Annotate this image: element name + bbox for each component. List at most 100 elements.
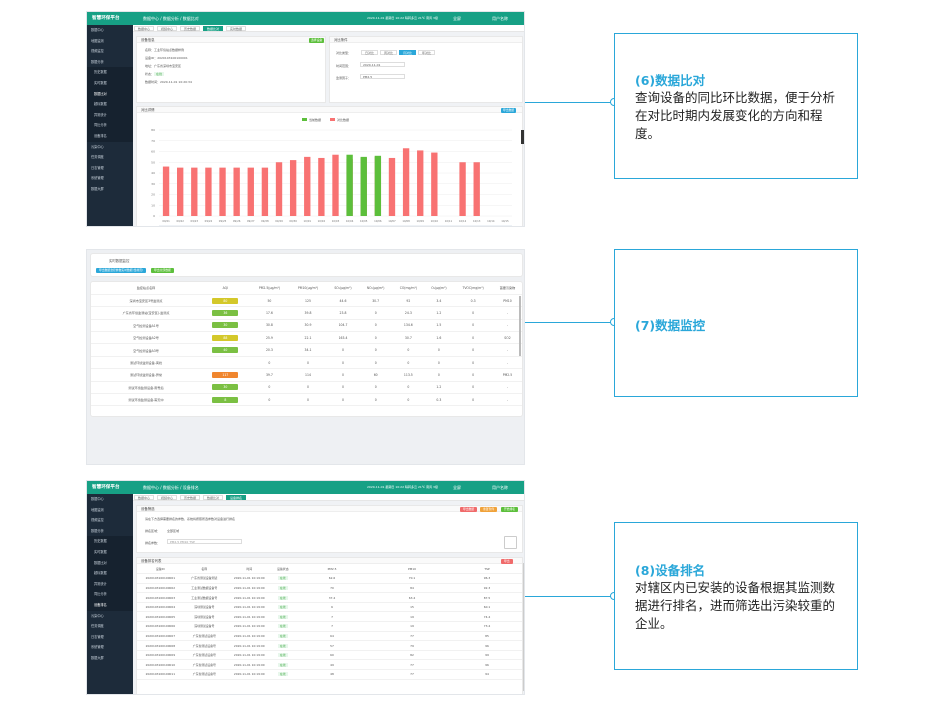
column-header[interactable]: 首要污染物 xyxy=(492,282,522,295)
column-header[interactable]: 名称 xyxy=(183,564,225,575)
sidebar-item[interactable]: 历史数据 xyxy=(87,67,133,78)
column-header[interactable]: 设备状态 xyxy=(273,564,292,575)
column-header[interactable]: AQI xyxy=(201,282,250,295)
column-header[interactable]: 设备ID xyxy=(137,564,184,575)
column-header[interactable]: PM2.5(μg/m³) xyxy=(249,282,290,295)
column-header[interactable]: TVOC(mg/m³) xyxy=(453,282,493,295)
table-row[interactable]: 2020103100100006 深圳测试设备号 2020-11-01 10:19:… xyxy=(137,621,522,632)
sidebar-item[interactable]: 数据大屏 xyxy=(87,184,133,195)
scrollbar-thumb[interactable] xyxy=(523,563,524,691)
table-row[interactable]: 2020103100100011 广东省测试设备号 2020-11-01 10:19… xyxy=(137,669,522,680)
table-row[interactable]: 2020103100100008 广东省测试设备号 2020-11-01 10:19… xyxy=(137,640,522,651)
sidebar-item[interactable]: 实时数据 xyxy=(87,546,133,558)
column-header[interactable]: 监控站点名称 xyxy=(91,282,201,295)
tab[interactable]: 历史数据 xyxy=(179,495,200,500)
tab-active[interactable]: 设备排名 xyxy=(225,495,246,500)
sidebar-item[interactable]: 地图监测 xyxy=(87,505,133,516)
reset-button[interactable]: 重置条件 xyxy=(480,507,498,512)
sidebar-item[interactable]: 同比分析 xyxy=(87,589,133,600)
tab-active[interactable]: 数据比对 xyxy=(202,26,223,31)
table-row[interactable]: 2020103100100007 广东省测试设备号 2020-11-01 10:19… xyxy=(137,631,522,642)
sidebar-item-active[interactable]: 设备排名 xyxy=(87,599,133,611)
table-row[interactable]: 2020103100100010 广东省测试设备号 2020-11-01 10:19… xyxy=(137,659,522,671)
table-row[interactable]: 2020103100100003 工业测试数据设备号 2020-11-01 10:1… xyxy=(137,592,522,603)
compare-option[interactable]: 年对比 xyxy=(418,50,436,55)
column-header[interactable]: CO(mg/m³) xyxy=(392,282,425,295)
scrollbar-thumb[interactable] xyxy=(521,130,524,144)
chart-icon[interactable] xyxy=(504,536,517,549)
table-row[interactable]: 测试环境监测设备-异常 117 39.7 114 0 60 113.5 0 0 PM2.5 xyxy=(91,368,522,382)
sidebar-item[interactable]: 数据中心 xyxy=(87,25,133,36)
export-page-button[interactable]: 导出数据监控参数实时数据(当前页) xyxy=(96,268,147,273)
table-row[interactable]: 广东省环境监测站(宝安区)-监测点 36 17.6 39.8 23.8 0 24.3 1.2 0… xyxy=(91,306,522,320)
compare-option[interactable]: 周对比 xyxy=(380,50,398,55)
sidebar-item[interactable]: 系统管理 xyxy=(87,642,133,653)
fullscreen-button[interactable]: 全屏 xyxy=(453,485,461,491)
sidebar-item-active[interactable]: 数据比对 xyxy=(87,88,133,100)
select-device-button[interactable]: 选择设备 xyxy=(309,38,325,43)
column-header[interactable]: PM2.5 xyxy=(292,564,372,575)
export-all-button[interactable]: 导出全部数据 xyxy=(151,268,174,273)
tab[interactable]: 数据中心 xyxy=(134,495,155,500)
tab[interactable]: 视频中心 xyxy=(156,26,177,31)
compare-option[interactable]: 日对比 xyxy=(361,50,379,55)
sidebar-item[interactable]: 日志管理 xyxy=(87,632,133,643)
sidebar-item[interactable]: 异常统计 xyxy=(87,109,133,121)
table-row[interactable]: 测试环境监测设备-离线 0 0 0 0 0 0 0- xyxy=(91,356,522,370)
sidebar-item[interactable]: 超标数据 xyxy=(87,99,133,110)
export-button[interactable]: 导出数据 xyxy=(460,507,478,512)
tab[interactable]: 数据中心 xyxy=(134,26,155,31)
table-row[interactable]: 2020103100100005 深圳测试设备号 2020-11-01 10:19:… xyxy=(137,611,522,623)
export-data-button[interactable]: 导出数据 xyxy=(501,108,517,113)
table-row[interactable]: 2020103100100001 广东省测试设备测试 2020-11-01 10:1… xyxy=(137,573,522,584)
table-row[interactable]: 2020103100100009 广东省测试设备号 2020-11-01 10:19… xyxy=(137,650,522,661)
table-row[interactable]: 空气检测设备A3号 40 20.3 34.1 0 0 0 0 0- xyxy=(91,343,522,357)
column-header[interactable]: SO₂(μg/m³) xyxy=(326,282,360,295)
sidebar-item[interactable]: 数据分析 xyxy=(87,57,133,68)
tab[interactable]: 数据比对 xyxy=(202,495,223,500)
sidebar-item[interactable]: 设备排名 xyxy=(87,130,133,142)
column-header[interactable]: 时间 xyxy=(224,564,274,575)
column-header[interactable]: TSP xyxy=(452,564,522,575)
sidebar-item[interactable]: 异常统计 xyxy=(87,578,133,590)
column-header[interactable]: PM10(μg/m³) xyxy=(289,282,327,295)
sidebar-item[interactable]: 任务调度 xyxy=(87,621,133,632)
table-row[interactable]: 空气检测设备A1号 30 30.8 30.9 104.7 0 134.6 1.5 0- xyxy=(91,319,522,333)
table-row[interactable]: 空气检测设备A2号 88 25.9 22.1 163.4 0 30.7 1.6 0 SO2 xyxy=(91,331,522,345)
user-menu[interactable]: 用户名称 xyxy=(492,485,508,491)
tab[interactable]: 实时数据 xyxy=(225,26,246,31)
sidebar-item[interactable]: 数据分析 xyxy=(87,526,133,537)
sidebar-item[interactable]: 视频监控 xyxy=(87,515,133,526)
table-row[interactable]: 深圳市宝安区3号监测点 80 50 125 44.6 30.7 92 3.4 0.3 PM10 xyxy=(91,294,522,308)
sidebar-item[interactable]: 任务调度 xyxy=(87,152,133,163)
date-range-input[interactable]: 2020-11-01 xyxy=(360,62,405,67)
sidebar-item[interactable]: 系统管理 xyxy=(87,173,133,184)
factor-select[interactable]: PM2.5 xyxy=(360,74,405,79)
compare-option-selected[interactable]: 月对比 xyxy=(399,50,417,55)
ranking-param-select[interactable]: PM2.5 PM10 TSP xyxy=(167,539,242,544)
sidebar-item[interactable]: 同比分析 xyxy=(87,120,133,131)
sidebar-item[interactable]: 实时数据 xyxy=(87,77,133,89)
column-header[interactable]: O₃(μg/m³) xyxy=(424,282,454,295)
sidebar-item[interactable]: 历史数据 xyxy=(87,536,133,547)
table-row[interactable]: 2020103100100002 工业测试数据设备号 2020-11-01 10:1… xyxy=(137,583,522,594)
start-ranking-button[interactable]: 开始排名 xyxy=(501,507,519,512)
column-header[interactable]: NO₂(μg/m³) xyxy=(359,282,393,295)
table-row[interactable]: 测试环境监测设备-雾天中 8 0 0 0 0 0 0.3 0- xyxy=(91,393,522,407)
tab[interactable]: 视频中心 xyxy=(156,495,177,500)
sidebar-item[interactable]: 日志管理 xyxy=(87,163,133,174)
sidebar-item[interactable]: 数据中心 xyxy=(87,494,133,505)
sidebar-item[interactable]: 视频监控 xyxy=(87,46,133,57)
sidebar-item[interactable]: 数据大屏 xyxy=(87,653,133,664)
sidebar-item[interactable]: 污染中心 xyxy=(87,142,133,153)
sidebar-item[interactable]: 超标数据 xyxy=(87,568,133,579)
sidebar-item[interactable]: 数据比对 xyxy=(87,557,133,569)
sidebar-item[interactable]: 地图监测 xyxy=(87,36,133,47)
table-row[interactable]: 测试环境监测设备-雨雪后 30 0 0 0 0 0 1.2 0- xyxy=(91,381,522,395)
export-ranking-button[interactable]: 导出 xyxy=(501,559,513,564)
fullscreen-button[interactable]: 全屏 xyxy=(453,16,461,22)
sidebar-item[interactable]: 污染中心 xyxy=(87,611,133,622)
table-row[interactable]: 2020103100100004 深圳测试设备号 2020-11-01 10:19:… xyxy=(137,602,522,613)
column-header[interactable]: PM10 xyxy=(372,564,452,575)
ranking-area-value[interactable]: 全部区域 xyxy=(167,529,179,533)
